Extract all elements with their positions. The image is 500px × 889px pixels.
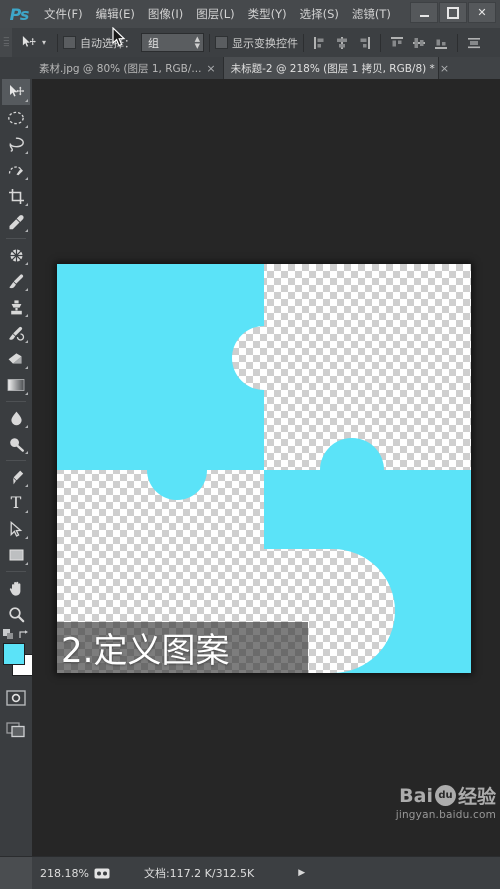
menu-filter[interactable]: 滤镜(T) <box>346 2 397 26</box>
zoom-tool[interactable] <box>2 601 30 627</box>
document-tab-untitled-2-close-icon[interactable]: × <box>440 62 449 75</box>
type-tool-corner-icon <box>25 510 28 513</box>
puzzle-pattern-artwork <box>57 264 471 673</box>
eyedropper-tool[interactable] <box>2 209 30 235</box>
elliptical-marquee-tool[interactable] <box>2 105 30 131</box>
swap-colors-icon[interactable] <box>18 625 29 644</box>
tools-divider-2 <box>6 401 26 402</box>
align-vertical-centers-icon[interactable] <box>410 34 428 52</box>
type-tool-glyph: T <box>10 493 22 512</box>
options-bar-grip[interactable]: |||| <box>0 28 12 57</box>
move-tool-icon[interactable] <box>16 32 40 54</box>
tools-divider-1 <box>6 238 26 239</box>
auto-select-checkbox[interactable] <box>63 36 77 49</box>
options-divider-3 <box>303 33 305 52</box>
lasso-tool[interactable] <box>2 131 30 157</box>
options-bar: |||| ▾ 自动选择： 组 ▲ ▼ 显示变换控件 <box>0 28 500 58</box>
menu-bar: Ps 文件(F) 编辑(E) 图像(I) 图层(L) 类型(Y) 选择(S) 滤… <box>0 0 500 29</box>
watermark-brand: Bai du 经验 <box>396 782 496 809</box>
minimize-button[interactable] <box>410 2 438 23</box>
align-left-edges-icon[interactable] <box>311 34 329 52</box>
horizontal-type-tool[interactable]: T <box>2 490 30 516</box>
document-tab-sucai-label: 素材.jpg @ 80% (图层 1, RGB/... <box>39 62 202 75</box>
zoom-level-field[interactable]: 218.18% <box>32 867 94 880</box>
quick-mask-mode-button[interactable] <box>2 685 30 711</box>
history-brush-tool[interactable] <box>2 320 30 346</box>
spot-healing-brush-tool[interactable] <box>2 242 30 268</box>
watermark-brand-left: Bai <box>399 784 433 807</box>
stepper-arrows-icon: ▲ ▼ <box>194 34 201 50</box>
color-swap-controls <box>1 627 31 641</box>
menu-file[interactable]: 文件(F) <box>38 2 89 26</box>
show-transform-controls-label: 显示变换控件 <box>232 36 299 50</box>
document-tab-sucai[interactable]: 素材.jpg @ 80% (图层 1, RGB/... × <box>32 57 224 79</box>
caption-overlay: 2.定义图案 <box>57 622 308 673</box>
distribute-top-edges-icon[interactable] <box>465 34 483 52</box>
align-bottom-edges-icon[interactable] <box>432 34 450 52</box>
status-expand-arrow-icon[interactable]: ▶ <box>298 868 305 878</box>
status-thumbnail-icon <box>94 864 110 883</box>
options-divider-1 <box>57 33 59 52</box>
color-swatches <box>1 643 34 677</box>
tool-preset-chevron-down-icon[interactable]: ▾ <box>42 38 46 47</box>
move-tool[interactable] <box>2 79 30 105</box>
watermark-brand-right: 经验 <box>457 786 496 808</box>
menu-select[interactable]: 选择(S) <box>294 2 345 26</box>
hand-tool[interactable] <box>2 575 30 601</box>
document-tab-untitled-2[interactable]: 未标题-2 @ 218% (图层 1 拷贝, RGB/8) * × <box>223 57 449 79</box>
caption-text: 2.定义图案 <box>61 631 230 671</box>
show-transform-controls-checkbox[interactable] <box>215 36 229 49</box>
clone-stamp-tool[interactable] <box>2 294 30 320</box>
window-controls: ✕ <box>410 2 496 23</box>
close-button[interactable]: ✕ <box>468 2 496 23</box>
options-divider-5 <box>457 33 459 52</box>
options-divider-2 <box>209 33 211 52</box>
screen-mode-button[interactable] <box>2 717 30 743</box>
align-horizontal-centers-icon[interactable] <box>333 34 351 52</box>
pen-tool[interactable] <box>2 464 30 490</box>
menu-layer[interactable]: 图层(L) <box>190 2 240 26</box>
auto-select-label: 自动选择： <box>80 36 136 50</box>
photoshop-logo-icon: Ps <box>9 4 30 24</box>
default-colors-icon[interactable] <box>3 625 14 644</box>
document-tab-sucai-close-icon[interactable]: × <box>206 62 215 75</box>
document-tab-untitled-2-label: 未标题-2 @ 218% (图层 1 拷贝, RGB/8) * <box>230 62 435 75</box>
foreground-color-swatch[interactable] <box>3 643 25 665</box>
document-window: 2.定义图案 <box>57 264 471 673</box>
status-bar-corner <box>0 857 32 889</box>
image-canvas[interactable]: 2.定义图案 <box>57 264 471 673</box>
baidu-jingyan-watermark: Bai du 经验 jingyan.baidu.com <box>395 782 496 822</box>
menu-type[interactable]: 类型(Y) <box>242 2 293 26</box>
menu-image[interactable]: 图像(I) <box>142 2 189 26</box>
tools-divider-4 <box>6 571 26 572</box>
canvas-work-area[interactable]: 2.定义图案 Bai du 经验 jingyan.baidu.com <box>32 79 500 857</box>
quick-selection-tool[interactable] <box>2 157 30 183</box>
baidu-paw-icon: du <box>434 785 456 806</box>
gradient-tool[interactable] <box>2 372 30 398</box>
maximize-button[interactable] <box>439 2 467 23</box>
puzzle-piece-top-left <box>57 264 264 500</box>
menu-edit[interactable]: 编辑(E) <box>90 2 141 26</box>
document-size-info: 文档:117.2 K/312.5K <box>143 867 255 880</box>
dodge-tool[interactable] <box>2 431 30 457</box>
status-bar: 218.18% 文档:117.2 K/312.5K ▶ <box>0 856 500 889</box>
tools-divider-3 <box>6 460 26 461</box>
options-divider-4 <box>380 33 382 52</box>
eraser-tool[interactable] <box>2 346 30 372</box>
blur-tool[interactable] <box>2 405 30 431</box>
path-selection-tool[interactable] <box>2 516 30 542</box>
auto-select-scope-dropdown[interactable]: 组 ▲ ▼ <box>141 33 205 52</box>
auto-select-scope-value: 组 <box>148 36 160 50</box>
tools-panel: T <box>0 57 34 857</box>
crop-tool[interactable] <box>2 183 30 209</box>
align-top-edges-icon[interactable] <box>388 34 406 52</box>
brush-tool[interactable] <box>2 268 30 294</box>
watermark-url: jingyan.baidu.com <box>395 809 496 821</box>
document-tab-bar: 素材.jpg @ 80% (图层 1, RGB/... × 未标题-2 @ 21… <box>32 57 500 80</box>
align-right-edges-icon[interactable] <box>355 34 373 52</box>
rectangle-tool[interactable] <box>2 542 30 568</box>
